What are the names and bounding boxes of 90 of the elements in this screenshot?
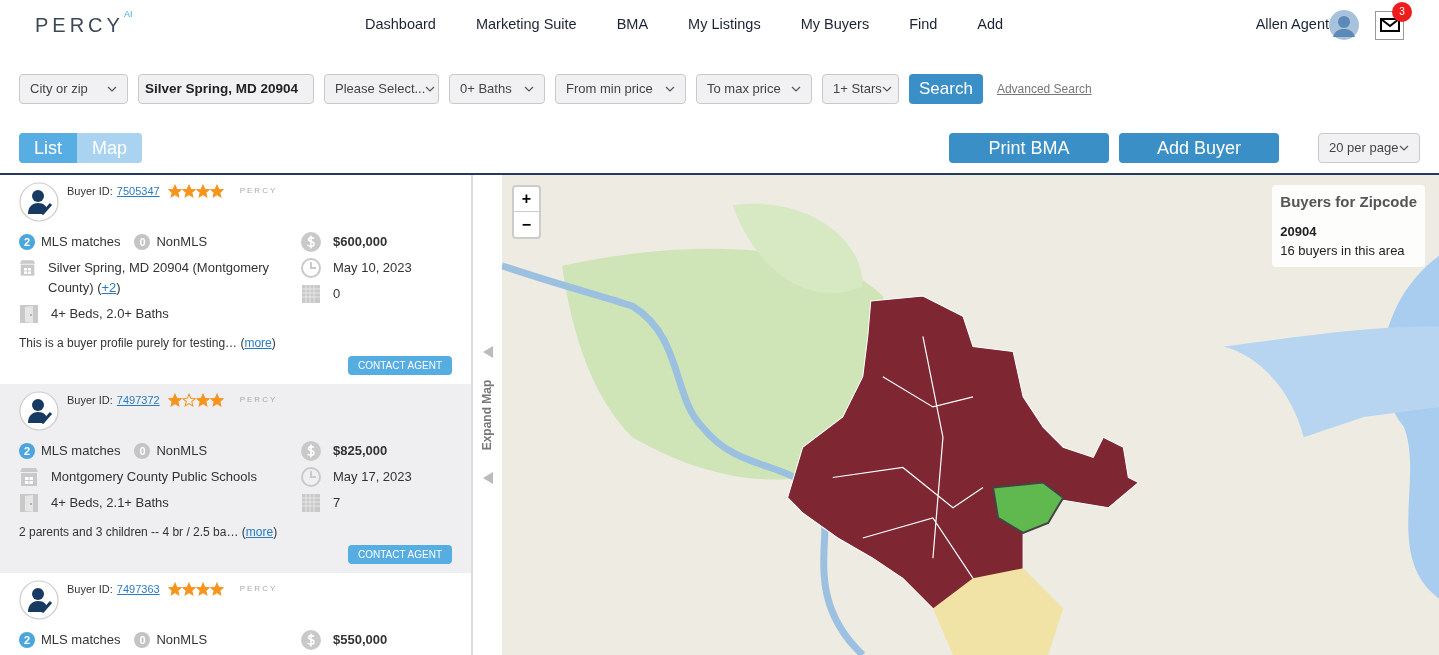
count-text: 0 [333, 285, 341, 304]
brand-mark: PERCY [239, 185, 278, 198]
beds-baths-text: 4+ Beds, 2.1+ Baths [51, 494, 169, 513]
mail-icon [1379, 18, 1400, 32]
buyer-avatar-icon [19, 580, 59, 620]
count-text: 7 [333, 494, 341, 513]
buyer-id-label: Buyer ID: [67, 393, 113, 408]
chevron-icon [1399, 145, 1409, 151]
chevron-icon [107, 86, 117, 92]
dollar-icon [301, 441, 321, 461]
location-field[interactable]: Silver Spring, MD 20904 [138, 74, 314, 104]
building-icon [19, 467, 39, 487]
zoom-out-button[interactable]: − [514, 212, 539, 237]
chevron-icon [665, 86, 675, 92]
per-page-select[interactable]: 20 per page [1318, 133, 1420, 163]
price-text: $825,000 [333, 442, 388, 461]
nav-link[interactable]: Marketing Suite [475, 14, 577, 36]
buyer-id-link[interactable]: 7505347 [116, 183, 160, 200]
calendar-icon [301, 284, 321, 304]
brand-mark: PERCY [239, 583, 278, 596]
chevron-icon [791, 86, 801, 92]
dollar-icon [301, 232, 321, 252]
buyer-id-label: Buyer ID: [67, 582, 113, 597]
beds-baths-text: 4+ Beds, 2.0+ Baths [51, 305, 169, 324]
count-badge: 2 [19, 443, 35, 459]
user-name[interactable]: Allen Agent [1255, 14, 1329, 36]
location-type-select[interactable]: City or zip [19, 74, 128, 104]
count-badge: 0 [134, 443, 151, 459]
buyer-avatar-icon [19, 391, 59, 431]
nav-link[interactable]: Find [909, 14, 938, 36]
mls-label: MLS matches [41, 631, 121, 650]
zoom-in-button[interactable]: + [514, 187, 539, 212]
stars-select[interactable]: 1+ Stars [822, 74, 899, 104]
buyer-id-link[interactable]: 7497363 [116, 581, 160, 598]
logo-mark: AI [123, 10, 133, 19]
nonmls-label: NonMLS [156, 233, 208, 252]
info-buyers: 16 buyers in this area [1280, 242, 1406, 260]
info-zipcode: 20904 [1280, 222, 1318, 241]
brand-mark: PERCY [239, 394, 278, 407]
building-icon [19, 258, 36, 278]
min-price-select[interactable]: From min price [555, 74, 686, 104]
map[interactable]: + − Buyers for Zipcode 20904 16 buyers in this area [502, 175, 1439, 655]
collapse-arrow-icon[interactable] [482, 346, 493, 358]
buyer-id-link[interactable]: 7497372 [116, 392, 160, 409]
mls-label: MLS matches [41, 442, 121, 461]
buyer-note: This is a buyer profile purely for testing… (more) [19, 335, 277, 352]
location-text: Silver Spring, MD 20904 (Montgomery County) (+2) [48, 259, 271, 297]
nonmls-label: NonMLS [156, 631, 208, 650]
chevron-icon [425, 86, 436, 92]
nav-link[interactable]: My Buyers [800, 14, 870, 36]
baths-select[interactable]: 0+ Baths [449, 74, 545, 104]
mls-label: MLS matches [41, 233, 121, 252]
count-badge: 0 [134, 632, 151, 648]
nav-link[interactable]: Add [977, 14, 1004, 36]
clock-icon [301, 258, 321, 278]
collapse-arrow-icon[interactable] [482, 472, 493, 484]
count-badge: 2 [19, 632, 35, 648]
door-icon [19, 304, 39, 324]
expand-map-label[interactable]: Expand Map [478, 379, 497, 451]
notification-badge: 3 [1392, 1, 1412, 22]
date-text: May 17, 2023 [333, 468, 412, 487]
buyer-id-label: Buyer ID: [67, 184, 113, 199]
chevron-icon [881, 86, 892, 92]
count-badge: 0 [134, 234, 151, 250]
user-avatar-icon[interactable] [1329, 10, 1359, 40]
nonmls-label: NonMLS [156, 442, 208, 461]
nav-link[interactable]: Dashboard [365, 14, 436, 36]
property-select[interactable]: Please Select... [324, 74, 439, 104]
nav-link[interactable]: BMA [616, 14, 649, 36]
print-bma-button[interactable]: Print BMA [949, 133, 1110, 163]
nav-link[interactable]: My Listings [688, 14, 761, 36]
price-text: $600,000 [333, 233, 388, 252]
price-text: $550,000 [333, 631, 388, 650]
count-badge: 2 [19, 234, 35, 250]
max-price-select[interactable]: To max price [696, 74, 812, 104]
dollar-icon [301, 630, 321, 650]
buyer-avatar-icon [19, 182, 59, 222]
info-title: Buyers for Zipcode [1280, 192, 1417, 212]
more-link[interactable]: more [244, 336, 272, 350]
location-text: Montgomery County Public Schools [51, 468, 257, 486]
logo[interactable]: PERCY [35, 10, 124, 40]
door-icon [19, 493, 39, 513]
buyer-note: 2 parents and 3 children -- 4 br / 2.5 ba… (more) [19, 524, 279, 541]
search-button[interactable]: Search [909, 74, 983, 104]
advanced-search-link[interactable]: Advanced Search [996, 80, 1092, 98]
chevron-icon [524, 86, 534, 92]
calendar-icon [301, 493, 321, 513]
clock-icon [301, 467, 321, 487]
add-buyer-button[interactable]: Add Buyer [1119, 133, 1280, 163]
date-text: May 10, 2023 [333, 259, 412, 278]
